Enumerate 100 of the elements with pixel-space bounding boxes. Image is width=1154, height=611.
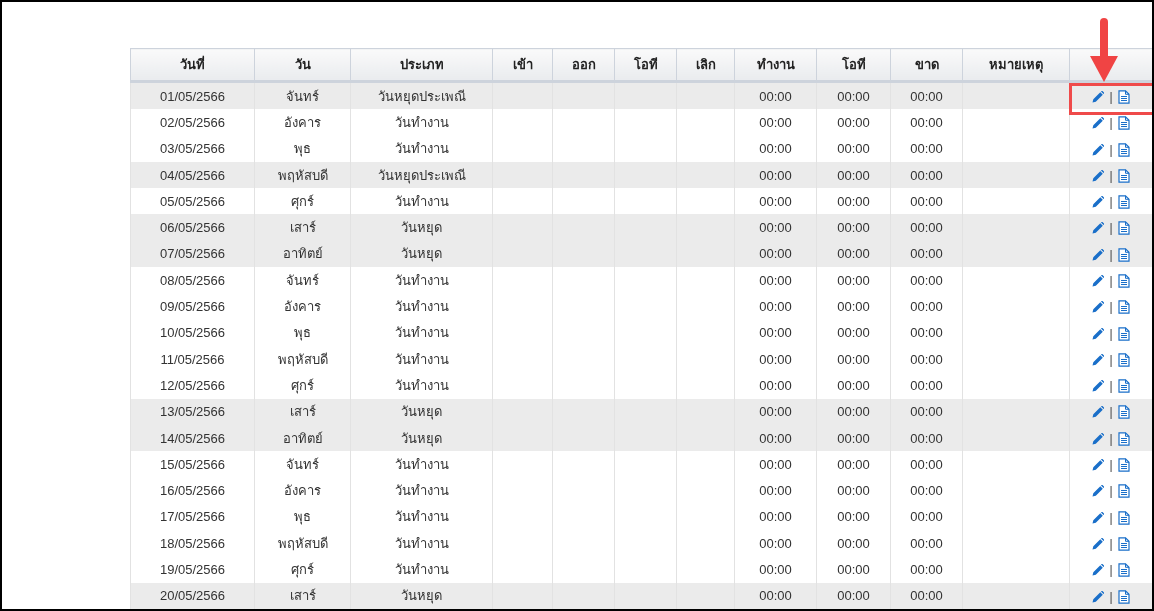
pencil-icon[interactable] [1092,380,1105,393]
pencil-icon[interactable] [1092,511,1105,524]
document-icon[interactable] [1117,352,1130,367]
document-icon[interactable] [1117,116,1130,131]
table-cell: 00:00 [816,293,891,320]
table-cell: 00:00 [816,135,891,162]
pencil-icon[interactable] [1092,117,1105,130]
separator-text: | [1109,536,1113,551]
separator-text: | [1109,379,1113,394]
table-cell: เสาร์ [254,214,351,241]
document-icon[interactable] [1117,326,1130,341]
table-cell: เสาร์ [254,398,351,425]
table-cell: วันทำงาน [350,293,493,320]
pencil-icon[interactable] [1092,590,1105,603]
table-cell: 00:00 [734,109,817,136]
separator-text: | [1109,431,1113,446]
document-icon[interactable] [1117,89,1130,104]
document-icon[interactable] [1117,379,1130,394]
separator-text: | [1109,247,1113,262]
table-cell: อังคาร [254,477,351,504]
table-cell: 00:00 [816,372,891,399]
document-icon[interactable] [1117,484,1130,499]
table-cell: 00:00 [890,214,963,241]
table-cell: 00:00 [890,135,963,162]
pencil-icon[interactable] [1092,301,1105,314]
document-icon[interactable] [1117,563,1130,578]
document-icon[interactable] [1117,431,1130,446]
table-cell: 00:00 [890,582,963,609]
table-cell: 00:00 [890,477,963,504]
table-cell: 00:00 [734,319,817,346]
table-cell: 00:00 [890,372,963,399]
table-cell: 00:00 [816,109,891,136]
table-cell: 00:00 [816,398,891,425]
document-icon[interactable] [1117,221,1130,236]
document-icon[interactable] [1117,536,1130,551]
table-cell: 00:00 [890,398,963,425]
separator-text: | [1109,168,1113,183]
document-icon[interactable] [1117,300,1130,315]
separator-text: | [1109,510,1113,525]
document-icon[interactable] [1117,589,1130,604]
pencil-icon[interactable] [1092,459,1105,472]
table-cell: 09/05/2566 [130,293,255,320]
pencil-icon[interactable] [1092,196,1105,209]
table-cell: วันหยุด [350,214,493,241]
table-cell: 00:00 [734,477,817,504]
pencil-icon[interactable] [1092,353,1105,366]
column-header: วันที่ [130,48,255,82]
pencil-icon[interactable] [1092,485,1105,498]
table-cell: 00:00 [816,477,891,504]
column-header: วัน [254,48,351,82]
pencil-icon[interactable] [1092,564,1105,577]
pencil-icon[interactable] [1092,327,1105,340]
table-cell: 00:00 [816,319,891,346]
table-cell: วันหยุด [350,582,493,609]
pencil-icon[interactable] [1092,432,1105,445]
document-icon[interactable] [1117,458,1130,473]
document-icon[interactable] [1117,510,1130,525]
document-icon[interactable] [1117,274,1130,288]
separator-text: | [1109,352,1113,367]
table-cell: วันทำงาน [350,556,493,583]
pencil-icon[interactable] [1092,90,1105,103]
document-icon[interactable] [1117,405,1130,420]
table-cell: 00:00 [816,582,891,609]
pencil-icon[interactable] [1092,169,1105,182]
table-cell: พุธ [254,135,351,162]
table-cell: วันทำงาน [350,319,493,346]
document-icon[interactable] [1117,195,1130,210]
pencil-icon[interactable] [1092,537,1105,550]
table-cell: 02/05/2566 [130,109,255,136]
pencil-icon[interactable] [1092,143,1105,156]
table-cell: วันทำงาน [350,372,493,399]
column-header: ขาด [890,48,963,82]
table-cell: เสาร์ [254,582,351,609]
table-cell: 19/05/2566 [130,556,255,583]
separator-text: | [1109,326,1113,341]
down-arrow-icon [1090,16,1118,84]
table-cell: 00:00 [734,135,817,162]
table-cell: 00:00 [890,556,963,583]
document-icon[interactable] [1117,247,1130,262]
document-icon[interactable] [1117,142,1130,157]
separator-text: | [1109,89,1113,104]
column-header: โอที [816,48,891,82]
column-header: เข้า [492,48,553,82]
table-cell: 00:00 [816,556,891,583]
table-cell: อังคาร [254,109,351,136]
table-cell: 06/05/2566 [130,214,255,241]
column-header: โอที [614,48,677,82]
table-cell: ศุกร์ [254,372,351,399]
pencil-icon[interactable] [1092,222,1105,235]
table-cell: 00:00 [734,582,817,609]
pencil-icon[interactable] [1092,248,1105,261]
table-cell: 03/05/2566 [130,135,255,162]
pencil-icon[interactable] [1092,406,1105,419]
table-cell: 16/05/2566 [130,477,255,504]
separator-text: | [1109,589,1113,604]
separator-text: | [1109,274,1113,288]
table-cell: 00:00 [734,293,817,320]
document-icon[interactable] [1117,168,1130,183]
table-cell: อังคาร [254,293,351,320]
pencil-icon[interactable] [1092,275,1105,287]
